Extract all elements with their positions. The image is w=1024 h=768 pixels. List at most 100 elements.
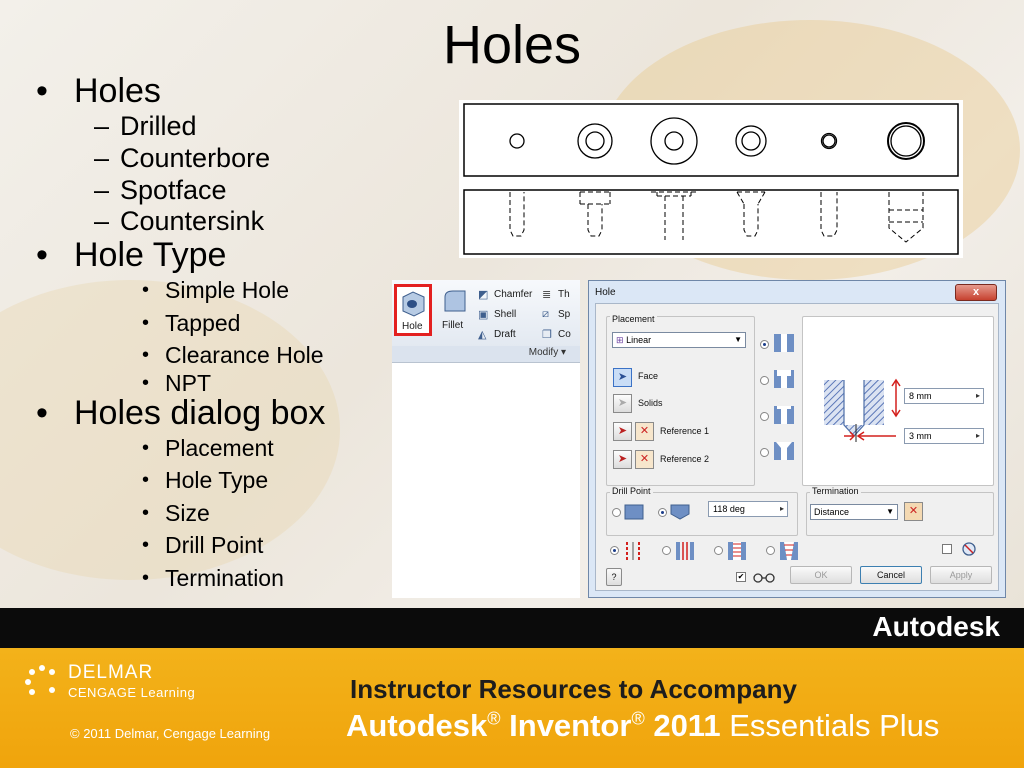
- hole-dialog: Hole x Placement ⊞ Linear ▼ ➤ Face ➤ Sol…: [588, 280, 1006, 598]
- registered-mark: ®: [487, 708, 501, 729]
- drill-point-label: Drill Point: [610, 486, 653, 496]
- split-icon: ⧄: [542, 308, 549, 320]
- product-name-inventor: Inventor: [509, 708, 632, 743]
- sub-bullet-item: NPT: [28, 371, 325, 394]
- apply-button-label: Apply: [949, 570, 973, 580]
- bullet-item: Holes: [28, 72, 325, 110]
- modify-ribbon-panel: Hole Fillet ◩ Chamfer ▣ Shell ◭ Draft ≣ …: [392, 280, 580, 598]
- ok-button-label: OK: [814, 570, 828, 580]
- termination-combo[interactable]: Distance ▼: [810, 504, 898, 520]
- shell-icon: ▣: [478, 309, 489, 321]
- modify-panel-label-text: Modify ▾: [528, 347, 566, 358]
- clearance-hole-radio[interactable]: [662, 546, 671, 555]
- chevron-down-icon: ▼: [886, 507, 894, 516]
- diameter-value: 3 mm: [909, 431, 932, 441]
- product-name-autodesk: Autodesk: [346, 708, 488, 743]
- solids-select-button[interactable]: ➤: [613, 394, 632, 413]
- chamfer-label: Chamfer: [494, 289, 533, 300]
- face-select-button[interactable]: ➤: [613, 368, 632, 387]
- product-year: 2011: [653, 708, 721, 743]
- hole-types-illustration: [463, 103, 959, 255]
- counterbore-hole-radio[interactable]: [760, 376, 769, 385]
- shell-button[interactable]: ▣ Shell: [478, 308, 528, 322]
- combine-label: Co: [558, 329, 571, 340]
- footer-black-bar: [0, 608, 1024, 648]
- cursor-arrow-icon: ➤: [617, 453, 628, 465]
- hole-button[interactable]: Hole: [394, 284, 432, 336]
- copyright-text: © 2011 Delmar, Cengage Learning: [70, 726, 271, 741]
- tapped-hole-radio[interactable]: [714, 546, 723, 555]
- clearance-hole-icon: [676, 542, 694, 560]
- spotface-hole-radio[interactable]: [760, 412, 769, 421]
- reference2-select-button[interactable]: ➤: [613, 450, 632, 469]
- simple-hole-icon: [626, 542, 640, 560]
- ok-button[interactable]: OK: [790, 566, 852, 584]
- sub-bullet-item: Tapped: [28, 307, 325, 340]
- product-edition: Essentials Plus: [729, 708, 940, 743]
- drill-angle-field[interactable]: 118 deg ▸: [708, 501, 788, 517]
- chamfer-icon: ◩: [478, 289, 489, 301]
- dialog-body: Placement ⊞ Linear ▼ ➤ Face ➤ Solids ➤ ✕…: [595, 303, 999, 591]
- placement-combo[interactable]: ⊞ Linear ▼: [612, 332, 746, 348]
- sub-bullet-item: Clearance Hole: [28, 339, 325, 372]
- delmar-logo-icon: [25, 665, 55, 695]
- sub-bullet-item: Drill Point: [28, 529, 325, 562]
- modify-panel-label[interactable]: Modify ▾: [392, 346, 580, 363]
- chamfer-button[interactable]: ◩ Chamfer: [478, 288, 536, 302]
- fillet-button[interactable]: Fillet: [438, 284, 472, 336]
- countersink-hole-radio[interactable]: [760, 448, 769, 457]
- sub-bullet-item: Hole Type: [28, 464, 325, 497]
- chevron-right-icon: ▸: [975, 431, 980, 440]
- sub-bullet-item: Spotface: [28, 174, 325, 206]
- option-checkbox[interactable]: [942, 544, 952, 554]
- bullet-list: Holes Drilled Counterbore Spotface Count…: [28, 72, 325, 594]
- taper-tapped-hole-icon: [780, 542, 798, 560]
- flat-drill-point-radio[interactable]: [612, 508, 621, 517]
- thread-button[interactable]: ≣ Th: [542, 288, 580, 302]
- close-button[interactable]: x: [955, 284, 997, 301]
- bullet-item: Hole Type: [28, 236, 325, 274]
- bullet-item: Holes dialog box: [28, 394, 325, 432]
- sub-bullet-item: Placement: [28, 432, 325, 465]
- termination-flip-button[interactable]: ✕: [904, 502, 923, 521]
- publisher-name: DELMAR: [68, 662, 154, 683]
- taper-tapped-hole-radio[interactable]: [766, 546, 775, 555]
- cursor-arrow-icon: ➤: [617, 397, 628, 409]
- draft-icon: ◭: [478, 329, 487, 341]
- diameter-field[interactable]: 3 mm ▸: [904, 428, 984, 444]
- draft-label: Draft: [494, 329, 516, 340]
- apply-button[interactable]: Apply: [930, 566, 992, 584]
- placement-combo-value: Linear: [626, 335, 652, 345]
- combine-icon: ❐: [542, 329, 552, 341]
- cancel-button[interactable]: Cancel: [860, 566, 922, 584]
- reference1-select-button[interactable]: ➤: [613, 422, 632, 441]
- cross-icon: ✕: [639, 425, 650, 437]
- reference1-clear-button[interactable]: ✕: [635, 422, 654, 441]
- split-button[interactable]: ⧄ Sp: [542, 308, 580, 322]
- hole-tool-icon: [402, 291, 425, 317]
- preview-checkbox[interactable]: ✔: [736, 572, 746, 582]
- fillet-tool-icon: [444, 290, 466, 312]
- sub-bullet-item: Counterbore: [28, 142, 325, 174]
- help-icon: ?: [611, 572, 617, 582]
- draft-button[interactable]: ◭ Draft: [478, 328, 528, 342]
- drilled-hole-radio[interactable]: [760, 340, 769, 349]
- drilled-hole-icon: [774, 334, 794, 352]
- product-title: Autodesk® Inventor® 2011 Essentials Plus: [346, 708, 939, 744]
- simple-hole-radio[interactable]: [610, 546, 619, 555]
- sub-bullet-item: Drilled: [28, 110, 325, 142]
- flip-direction-icon: ✕: [908, 505, 919, 517]
- registered-mark: ®: [631, 708, 645, 729]
- reference2-clear-button[interactable]: ✕: [635, 450, 654, 469]
- help-button[interactable]: ?: [606, 568, 622, 586]
- combine-button[interactable]: ❐ Co: [542, 328, 580, 342]
- countersink-hole-icon: [774, 442, 794, 460]
- cursor-arrow-icon: ➤: [617, 371, 628, 383]
- shell-label: Shell: [494, 309, 517, 320]
- angle-drill-point-radio[interactable]: [658, 508, 667, 517]
- close-icon: x: [972, 286, 980, 298]
- depth-field[interactable]: 8 mm ▸: [904, 388, 984, 404]
- hole-button-label: Hole: [402, 321, 423, 332]
- thread-icon: ≣: [542, 289, 552, 301]
- face-label: Face: [638, 371, 659, 381]
